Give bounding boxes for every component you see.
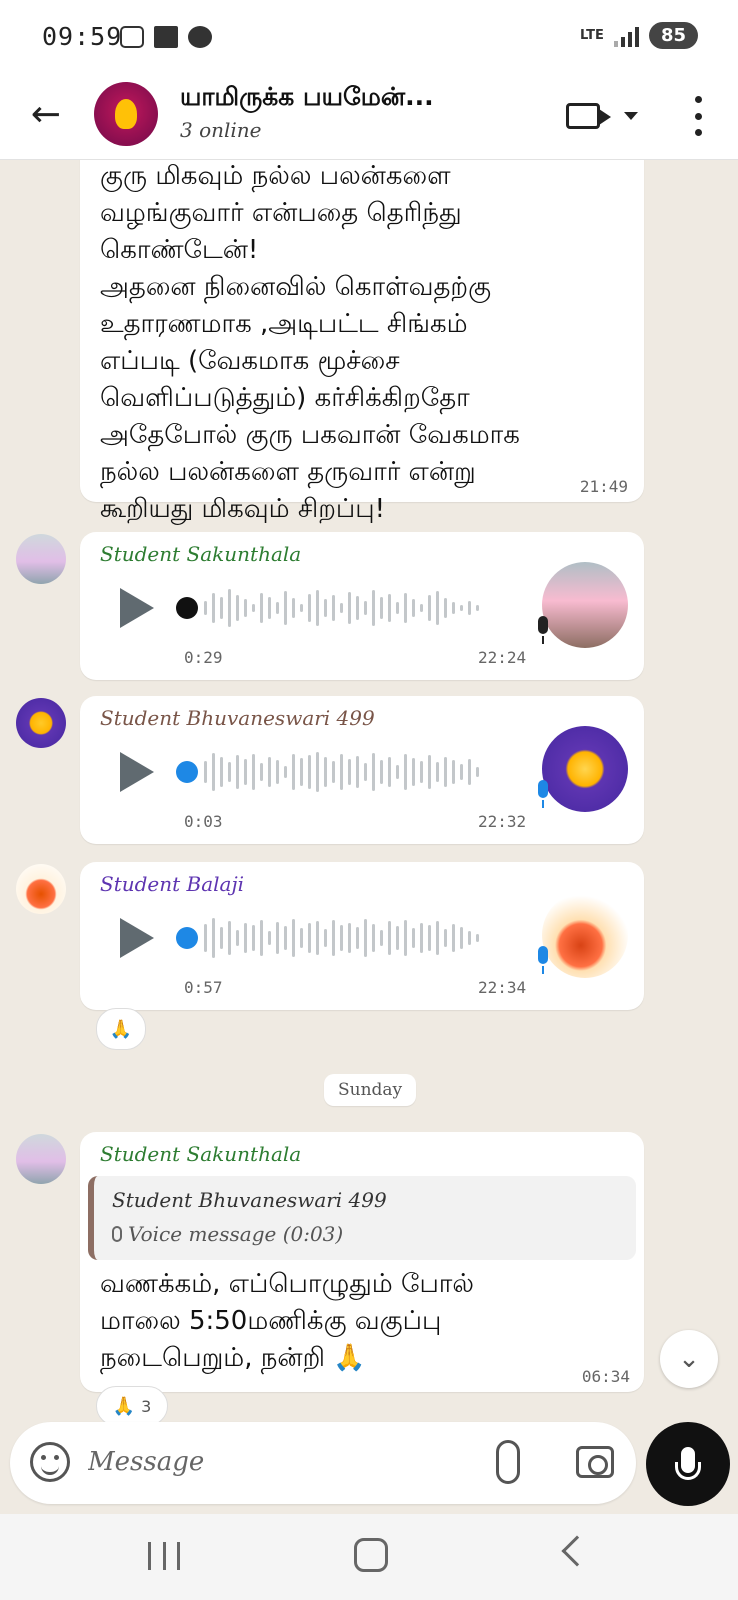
sender-name[interactable]: Student Balaji (100, 872, 244, 896)
back-arrow-icon[interactable]: ← (24, 92, 68, 136)
message-line: கொண்டேன்! (100, 235, 259, 265)
status-bar: 09:59 LTE 85 (0, 0, 738, 78)
recents-icon[interactable] (148, 1542, 180, 1570)
voice-record-button[interactable] (646, 1422, 730, 1506)
message-composer (10, 1422, 636, 1504)
voice-duration: 0:57 (184, 978, 223, 997)
message-line: உதாரணமாக ,அடிபட்ட சிங்கம் (100, 309, 468, 339)
quoted-text-row: Voice message (0:03) (112, 1222, 343, 1246)
sender-name[interactable]: Student Sakunthala (100, 542, 301, 566)
emoji-icon[interactable] (30, 1442, 70, 1482)
message-line: நடைபெறும், நன்றி 🙏 (100, 1343, 366, 1373)
playback-dot[interactable] (176, 761, 198, 783)
reaction-badge[interactable]: 🙏 3 (96, 1386, 168, 1422)
waveform[interactable] (204, 749, 479, 795)
message-time: 21:49 (579, 477, 628, 496)
message-time: 22:32 (478, 812, 527, 831)
dropdown-caret-icon (624, 112, 638, 120)
message-line: வெளிப்படுத்தும்) கர்சிக்கிறதோ (100, 383, 470, 413)
message-line: அதனை நினைவில் கொள்வதற்கு (100, 272, 492, 302)
reply-message-bubble[interactable]: Student Sakunthala Student Bhuvaneswari … (80, 1132, 644, 1392)
mic-icon (534, 616, 552, 646)
online-count: 3 online (180, 118, 262, 142)
chat-bubble-icon (188, 26, 212, 48)
scroll-to-bottom-button[interactable]: ⌄ (660, 1330, 718, 1388)
message-line: கூறியது மிகவும் சிறப்பு! (100, 494, 386, 524)
reaction-badge[interactable]: 🙏 (96, 1008, 146, 1050)
message-line: நல்ல பலன்களை தருவார் என்று (100, 457, 476, 487)
play-icon[interactable] (120, 588, 154, 628)
more-options-icon[interactable] (686, 96, 710, 136)
voice-sender-avatar (542, 562, 628, 648)
sender-avatar[interactable] (16, 534, 66, 584)
voice-sender-avatar (542, 726, 628, 812)
status-right: LTE 85 (580, 22, 698, 49)
voice-duration: 0:03 (184, 812, 223, 831)
waveform[interactable] (204, 585, 479, 631)
double-chevron-down-icon: ⌄ (678, 1344, 700, 1374)
playback-dot[interactable] (176, 927, 198, 949)
message-bubble[interactable]: குரு மிகவும் நல்ல பலன்களை வழங்குவார் என்… (80, 160, 644, 524)
waveform[interactable] (204, 915, 479, 961)
chat-header: ← யாமிருக்க பயமேன்... 3 online (0, 78, 738, 160)
attach-icon[interactable] (496, 1440, 520, 1484)
lte-icon: LTE (580, 27, 604, 43)
camera-icon[interactable] (576, 1446, 614, 1478)
message-text: குரு மிகவும் நல்ல பலன்களை வழங்குவார் என்… (100, 160, 520, 528)
message-line: குரு மிகவும் நல்ல பலன்களை (100, 161, 451, 191)
message-line: வணக்கம், எப்பொழுதும் போல் (100, 1269, 474, 1299)
folder-icon (154, 26, 178, 48)
message-line: வழங்குவார் என்பதை தெரிந்து (100, 198, 462, 228)
nav-back-icon[interactable] (561, 1535, 593, 1567)
message-time: 06:34 (581, 1367, 630, 1386)
message-line: அதேபோல் குரு பகவான் வேகமாக (100, 420, 520, 450)
message-line: எப்படி (வேகமாக மூச்சை (100, 346, 400, 376)
sender-name[interactable]: Student Sakunthala (100, 1142, 301, 1166)
voice-message-bubble[interactable]: Student Sakunthala 0:29 22:24 (80, 532, 644, 680)
group-avatar[interactable] (94, 82, 158, 146)
sender-avatar[interactable] (16, 698, 66, 748)
voice-message-bubble[interactable]: Student Balaji 0:57 22:34 (80, 862, 644, 1010)
message-text: வணக்கம், எப்பொழுதும் போல் மாலை 5:50மணிக்… (100, 1266, 474, 1377)
reaction-count: 3 (141, 1396, 152, 1416)
chat-area[interactable]: குரு மிகவும் நல்ல பலன்களை வழங்குவார் என்… (0, 160, 738, 1422)
screenshot-icon (120, 26, 144, 48)
system-nav-bar (0, 1514, 738, 1600)
voice-sender-avatar (542, 892, 628, 978)
battery-indicator: 85 (648, 22, 698, 49)
sender-avatar[interactable] (16, 864, 66, 914)
playback-dot[interactable] (176, 597, 198, 619)
video-call-button[interactable] (566, 96, 638, 136)
quoted-text: Voice message (0:03) (128, 1222, 344, 1246)
home-icon[interactable] (354, 1538, 388, 1572)
mic-icon (534, 946, 552, 976)
signal-icon (613, 25, 639, 47)
group-title[interactable]: யாமிருக்க பயமேன்... (180, 82, 540, 115)
message-time: 22:34 (478, 978, 527, 997)
voice-message-bubble[interactable]: Student Bhuvaneswari 499 0:03 22:32 (80, 696, 644, 844)
play-icon[interactable] (120, 918, 154, 958)
status-time: 09:59 (42, 22, 123, 51)
sender-name[interactable]: Student Bhuvaneswari 499 (100, 706, 375, 730)
play-icon[interactable] (120, 752, 154, 792)
quoted-sender: Student Bhuvaneswari 499 (112, 1188, 387, 1212)
message-line: மாலை 5:50மணிக்கு வகுப்பு (100, 1306, 442, 1336)
day-separator: Sunday (324, 1074, 417, 1106)
status-icons (120, 26, 212, 48)
small-mic-icon (112, 1226, 122, 1242)
reaction-emoji: 🙏 (109, 1018, 133, 1040)
reaction-emoji: 🙏 (112, 1395, 136, 1417)
voice-duration: 0:29 (184, 648, 223, 667)
sender-avatar[interactable] (16, 1134, 66, 1184)
video-call-icon (566, 103, 611, 129)
mic-icon (534, 780, 552, 810)
message-input[interactable] (88, 1438, 468, 1486)
message-time: 22:24 (478, 648, 527, 667)
quoted-message[interactable]: Student Bhuvaneswari 499 Voice message (… (88, 1176, 636, 1260)
